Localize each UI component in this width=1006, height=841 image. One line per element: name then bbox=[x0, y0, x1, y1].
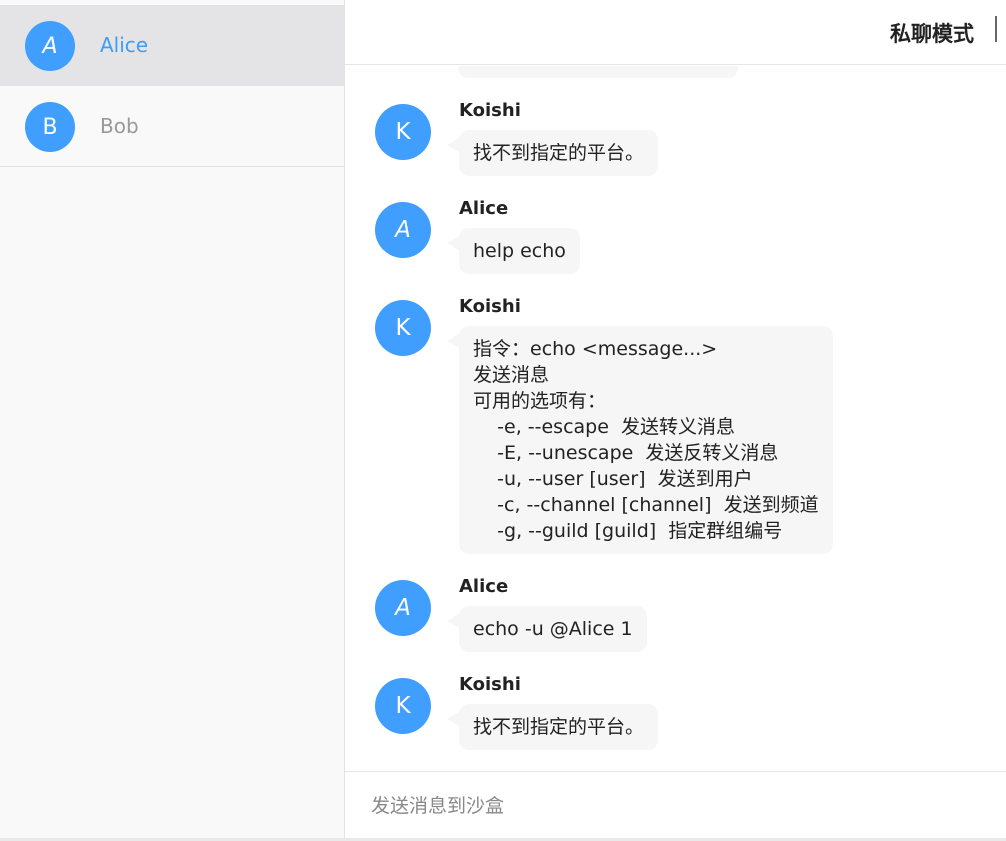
message-bubble: echo -u @Alice 1 bbox=[447, 606, 647, 652]
message-bubble: help echo bbox=[447, 228, 580, 274]
message-text: -E, --unescape 发送反转义消息 bbox=[473, 442, 779, 464]
message-author: Koishi bbox=[459, 296, 521, 317]
message-avatar: K bbox=[375, 104, 431, 160]
message-text: -u, --user [user] 发送到用户 bbox=[473, 468, 753, 490]
message-bubble: 指令：echo <message...> 发送消息 可用的选项有： -e, --… bbox=[447, 326, 833, 554]
user-avatar: B bbox=[25, 102, 75, 152]
message-text: echo -u @Alice 1 bbox=[473, 618, 633, 640]
message-text: 找不到指定的平台。 bbox=[473, 716, 645, 738]
message-text: 指令：echo <message...> bbox=[473, 338, 718, 360]
message-author: Koishi bbox=[459, 674, 521, 695]
message-text: -g, --guild [guild] 指定群组编号 bbox=[473, 520, 783, 542]
message-bubble-partial bbox=[458, 66, 738, 78]
message-bubble: 找不到指定的平台。 bbox=[446, 130, 659, 176]
user-item-alice[interactable]: A Alice bbox=[0, 5, 344, 86]
message-author: Alice bbox=[459, 576, 509, 597]
message-text: 可用的选项有： bbox=[473, 390, 607, 412]
header-divider bbox=[995, 16, 997, 42]
message-author: Koishi bbox=[459, 100, 521, 121]
message-text: 发送消息 bbox=[473, 364, 550, 386]
page-title: 私聊模式 bbox=[890, 22, 974, 46]
message-text: -c, --channel [channel] 发送到频道 bbox=[473, 494, 819, 516]
user-sidebar: A Alice B Bob bbox=[0, 0, 345, 838]
message-composer bbox=[345, 771, 1006, 838]
message-text: help echo bbox=[473, 240, 566, 262]
user-name: Alice bbox=[100, 33, 149, 57]
chat-panel: 私聊模式 K Koishi 找不到指定的平台。 A Alice help ech… bbox=[345, 0, 1006, 838]
message-avatar: K bbox=[375, 678, 431, 734]
message-text: 找不到指定的平台。 bbox=[473, 142, 645, 164]
message-input[interactable] bbox=[371, 790, 971, 822]
chat-header: 私聊模式 bbox=[345, 0, 1006, 65]
message-list[interactable]: K Koishi 找不到指定的平台。 A Alice help echo K K… bbox=[345, 66, 1006, 771]
user-item-bob[interactable]: B Bob bbox=[0, 86, 344, 167]
user-name: Bob bbox=[100, 114, 139, 138]
message-bubble: 找不到指定的平台。 bbox=[446, 704, 659, 750]
message-avatar: A bbox=[375, 202, 431, 258]
message-avatar: K bbox=[375, 300, 431, 356]
message-text: -e, --escape 发送转义消息 bbox=[473, 416, 736, 438]
user-avatar: A bbox=[25, 21, 75, 71]
message-avatar: A bbox=[375, 580, 431, 636]
message-author: Alice bbox=[459, 198, 509, 219]
